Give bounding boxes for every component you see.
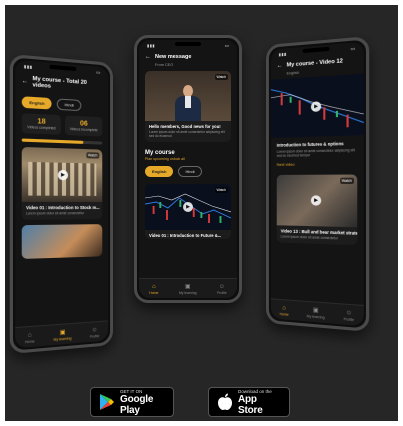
phone-new-message: ▮▮▮ ▭ ← New message From CEO Watch Hello … xyxy=(134,35,242,303)
page-title: My course - Video 12 xyxy=(286,58,343,69)
video-thumbnail xyxy=(21,224,103,260)
tab-label: Home xyxy=(24,338,35,344)
video-card[interactable] xyxy=(21,224,103,260)
video-description: Lorem ipsum dolor sit amet consectetur xyxy=(280,234,338,241)
video-badge: Watch xyxy=(85,152,100,159)
signal-icon: ▮▮▮ xyxy=(147,43,156,48)
phone-video-player: ▮▮▮ ▭ ← My course - Video 12 English ▶ In… xyxy=(266,36,370,332)
bottom-tab-bar: ⌂ Home ▣ My learning ☺ Profile xyxy=(15,320,109,349)
book-icon: ▣ xyxy=(184,283,191,290)
course-progress-bar xyxy=(21,138,103,145)
video-thumbnail: ▶ Watch xyxy=(145,184,231,231)
tab-profile[interactable]: ☺ Profile xyxy=(217,283,227,295)
video-badge: Watch xyxy=(339,178,355,185)
tab-label: My learning xyxy=(306,313,325,320)
app-store-button[interactable]: Download on the App Store xyxy=(208,387,290,417)
video-thumbnail: ▶ Watch xyxy=(21,146,103,202)
battery-icon: ▭ xyxy=(96,69,101,75)
video-badge: Watch xyxy=(214,187,228,194)
google-play-icon xyxy=(99,393,115,411)
tab-label: Home xyxy=(149,290,159,295)
tab-label: My learning xyxy=(53,335,72,342)
hindi-pill[interactable]: Hindi xyxy=(57,98,81,112)
tab-label: Profile xyxy=(89,333,100,339)
back-arrow-icon[interactable]: ← xyxy=(277,63,283,69)
bottom-tab-bar: ⌂ Home ▣ My learning ☺ Profile xyxy=(139,278,237,298)
video-title: Video 01 : Introduction to Future &... xyxy=(149,233,222,239)
message-title: Hello members, Good news for you! xyxy=(149,124,221,129)
tab-label: Profile xyxy=(343,316,355,322)
tab-my-learning[interactable]: ▣ My learning xyxy=(53,328,72,342)
home-icon: ⌂ xyxy=(152,283,156,290)
showcase-stage: ▮▮▮ ▭ ← My course - Total 20 videos Engli… xyxy=(5,5,398,421)
stat-completed: 18 Videos completed xyxy=(21,113,61,135)
video-card[interactable]: ▶ Watch Video 13 : Bull and bear market … xyxy=(276,174,358,246)
back-arrow-icon[interactable]: ← xyxy=(145,54,151,60)
stat-label: Videos Incomplete xyxy=(69,126,98,133)
user-icon: ☺ xyxy=(218,283,225,290)
page-subtitle: From CEO xyxy=(155,63,174,67)
phone-screen: ▮▮▮ ▭ ← My course - Total 20 videos Engli… xyxy=(15,59,109,349)
speaker-shirt xyxy=(185,96,191,108)
video-player[interactable]: ▶ xyxy=(270,73,364,138)
tab-profile[interactable]: ☺ Profile xyxy=(344,308,354,321)
tab-home[interactable]: ⌂ Home xyxy=(149,283,158,295)
video-thumbnail: ▶ Watch xyxy=(276,174,358,228)
phone-screen: ▮▮▮ ▭ ← My course - Video 12 English ▶ In… xyxy=(270,41,364,327)
play-icon[interactable]: ▶ xyxy=(310,195,322,207)
tab-my-learning[interactable]: ▣ My learning xyxy=(306,306,325,320)
google-play-button[interactable]: GET IT ON Google Play xyxy=(90,387,174,417)
video-description: Lorem ipsum dolor sit amet consectetur xyxy=(26,211,85,216)
battery-icon: ▭ xyxy=(350,45,356,51)
phone-my-course: ▮▮▮ ▭ ← My course - Total 20 videos Engli… xyxy=(9,53,114,355)
video-player-frame: ▶ xyxy=(270,73,364,138)
top-bar: ← New message xyxy=(139,51,237,63)
bottom-tab-bar: ⌂ Home ▣ My learning ☺ Profile xyxy=(270,298,364,327)
store-big-text: App Store xyxy=(238,393,263,416)
tab-profile[interactable]: ☺ Profile xyxy=(90,326,100,339)
section-title: My course xyxy=(145,150,175,157)
phone-screen: ▮▮▮ ▭ ← New message From CEO Watch Hello … xyxy=(139,40,237,298)
signal-icon: ▮▮▮ xyxy=(278,51,287,58)
video-card[interactable]: ▶ Watch Video 01 : Introduction to Futur… xyxy=(145,184,231,240)
phone-notch xyxy=(175,42,201,46)
speaker-figure xyxy=(175,83,201,121)
tab-label: Home xyxy=(279,311,289,317)
tab-label: My learning xyxy=(178,290,197,295)
message-thumbnail: Watch xyxy=(145,71,231,121)
language-toggle: English Hindi xyxy=(139,161,237,182)
apple-icon xyxy=(217,393,233,411)
signal-icon: ▮▮▮ xyxy=(23,63,33,70)
progress-fill xyxy=(21,138,83,144)
stat-label: Videos completed xyxy=(27,124,56,131)
video-badge: Watch xyxy=(214,74,228,80)
video-card[interactable]: ▶ Watch Video 01 : Introduction to Stock… xyxy=(21,146,103,221)
video-title: Video 01 : Introduction to Stock m... xyxy=(26,205,100,211)
stats-row: 18 Videos completed 06 Videos Incomplete xyxy=(15,113,108,137)
back-arrow-icon[interactable]: ← xyxy=(22,78,28,85)
message-card[interactable]: Watch Hello members, Good news for you! … xyxy=(145,71,231,143)
tab-label: Profile xyxy=(217,290,227,295)
english-pill[interactable]: English xyxy=(21,96,53,110)
tab-home[interactable]: ⌂ Home xyxy=(280,304,289,317)
next-video-link[interactable]: Next video xyxy=(271,159,364,170)
tab-home[interactable]: ⌂ Home xyxy=(24,330,35,344)
message-description: Lorem ipsum dolor sit amet consectetur a… xyxy=(149,130,225,139)
tab-my-learning[interactable]: ▣ My learning xyxy=(179,283,197,295)
store-big-text: Google Play xyxy=(120,393,154,416)
english-pill[interactable]: English xyxy=(145,166,174,178)
play-icon[interactable]: ▶ xyxy=(57,169,69,181)
battery-icon: ▭ xyxy=(224,42,229,48)
stat-incomplete: 06 Videos Incomplete xyxy=(65,115,103,137)
page-title: My course - Total 20 videos xyxy=(32,75,87,90)
page-title: New message xyxy=(155,54,192,60)
hindi-pill[interactable]: Hindi xyxy=(178,166,202,178)
google-play-text: GET IT ON Google Play xyxy=(120,389,165,416)
app-store-text: Download on the App Store xyxy=(238,389,281,416)
